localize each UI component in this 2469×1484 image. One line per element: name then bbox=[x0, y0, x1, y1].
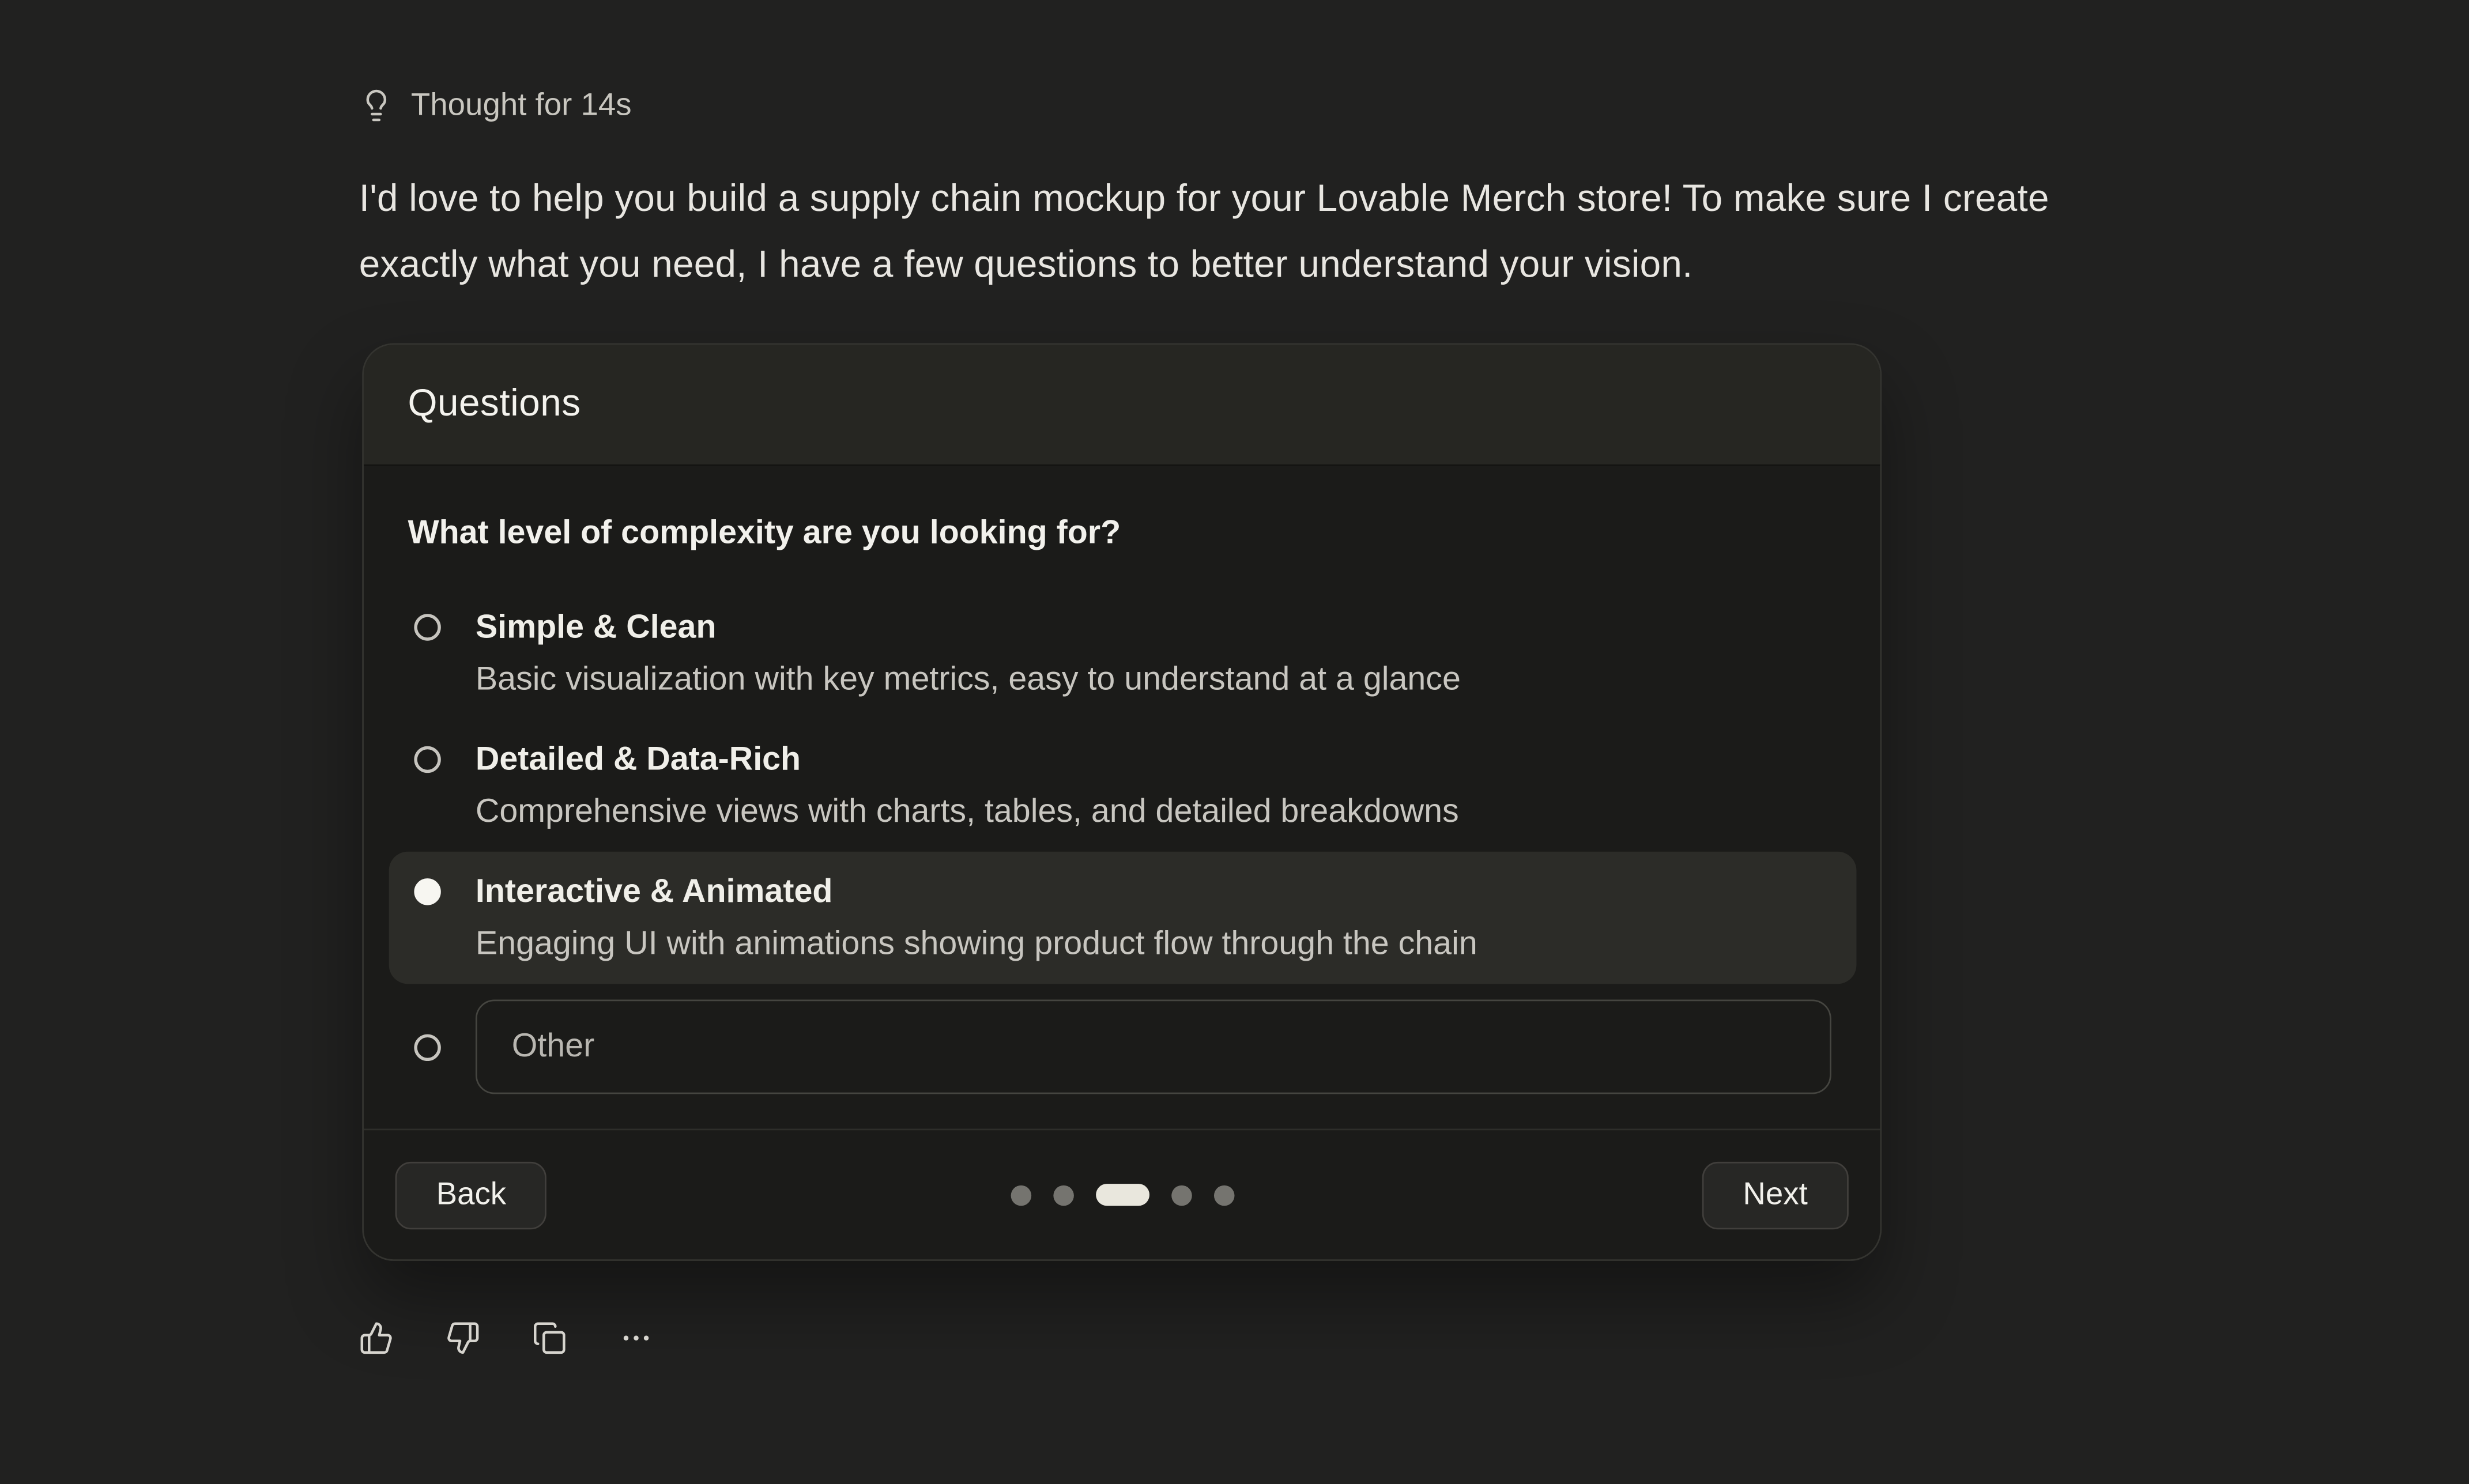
option-text: Simple & Clean Basic visualization with … bbox=[476, 601, 1831, 705]
chat-view: Thought for 14s I'd love to help you bui… bbox=[0, 0, 2469, 1484]
message-actions bbox=[359, 1321, 2186, 1355]
option-text: Detailed & Data-Rich Comprehensive views… bbox=[476, 734, 1831, 837]
option-title: Detailed & Data-Rich bbox=[476, 734, 1831, 786]
option-description: Basic visualization with key metrics, ea… bbox=[476, 654, 1831, 705]
option-other[interactable] bbox=[389, 984, 1857, 1110]
thought-duration-label: Thought for 14s bbox=[411, 85, 632, 126]
copy-button[interactable] bbox=[532, 1321, 567, 1355]
lightbulb-icon bbox=[359, 88, 394, 123]
questions-card: Questions What level of complexity are y… bbox=[362, 343, 1882, 1260]
thumbs-up-button[interactable] bbox=[359, 1321, 394, 1355]
pagination-dot bbox=[1053, 1184, 1073, 1205]
other-input[interactable] bbox=[476, 1000, 1831, 1094]
option-text: Interactive & Animated Engaging UI with … bbox=[476, 866, 1831, 969]
assistant-message: I'd love to help you build a supply chai… bbox=[359, 167, 2186, 299]
pagination-dots bbox=[1010, 1184, 1234, 1206]
option-title: Interactive & Animated bbox=[476, 866, 1831, 917]
questions-card-body: What level of complexity are you looking… bbox=[364, 466, 1880, 1129]
options-list: Simple & Clean Basic visualization with … bbox=[408, 587, 1835, 1110]
copy-icon bbox=[532, 1321, 567, 1355]
pagination-dot bbox=[1171, 1184, 1192, 1205]
pagination-dot-active bbox=[1095, 1184, 1149, 1206]
thumbs-up-icon bbox=[359, 1321, 394, 1355]
assistant-response: Thought for 14s I'd love to help you bui… bbox=[359, 0, 2186, 1355]
option-title: Simple & Clean bbox=[476, 601, 1831, 653]
option-description: Comprehensive views with charts, tables,… bbox=[476, 786, 1831, 837]
ellipsis-icon bbox=[619, 1321, 653, 1355]
radio-unselected-icon[interactable] bbox=[414, 1033, 440, 1060]
more-options-button[interactable] bbox=[619, 1321, 653, 1355]
radio-selected-icon[interactable] bbox=[414, 878, 440, 905]
question-prompt: What level of complexity are you looking… bbox=[408, 513, 1835, 552]
questions-card-header: Questions bbox=[364, 345, 1880, 466]
assistant-message-line: I'd love to help you build a supply chai… bbox=[359, 167, 2186, 233]
thumbs-down-icon bbox=[446, 1321, 480, 1355]
option-interactive-animated[interactable]: Interactive & Animated Engaging UI with … bbox=[389, 852, 1857, 984]
radio-unselected-icon[interactable] bbox=[414, 746, 440, 773]
thumbs-down-button[interactable] bbox=[446, 1321, 480, 1355]
back-button[interactable]: Back bbox=[395, 1161, 548, 1228]
card-title: Questions bbox=[408, 383, 581, 426]
option-simple-clean[interactable]: Simple & Clean Basic visualization with … bbox=[389, 587, 1857, 719]
pagination-dot bbox=[1213, 1184, 1234, 1205]
radio-unselected-icon[interactable] bbox=[414, 614, 440, 640]
questions-card-footer: Back Next bbox=[364, 1128, 1880, 1259]
option-detailed-data-rich[interactable]: Detailed & Data-Rich Comprehensive views… bbox=[389, 719, 1857, 851]
thinking-summary-toggle[interactable]: Thought for 14s bbox=[359, 85, 2186, 126]
pagination-dot bbox=[1010, 1184, 1031, 1205]
option-description: Engaging UI with animations showing prod… bbox=[476, 917, 1831, 969]
assistant-message-line: exactly what you need, I have a few ques… bbox=[359, 233, 2186, 299]
next-button[interactable]: Next bbox=[1702, 1161, 1848, 1228]
